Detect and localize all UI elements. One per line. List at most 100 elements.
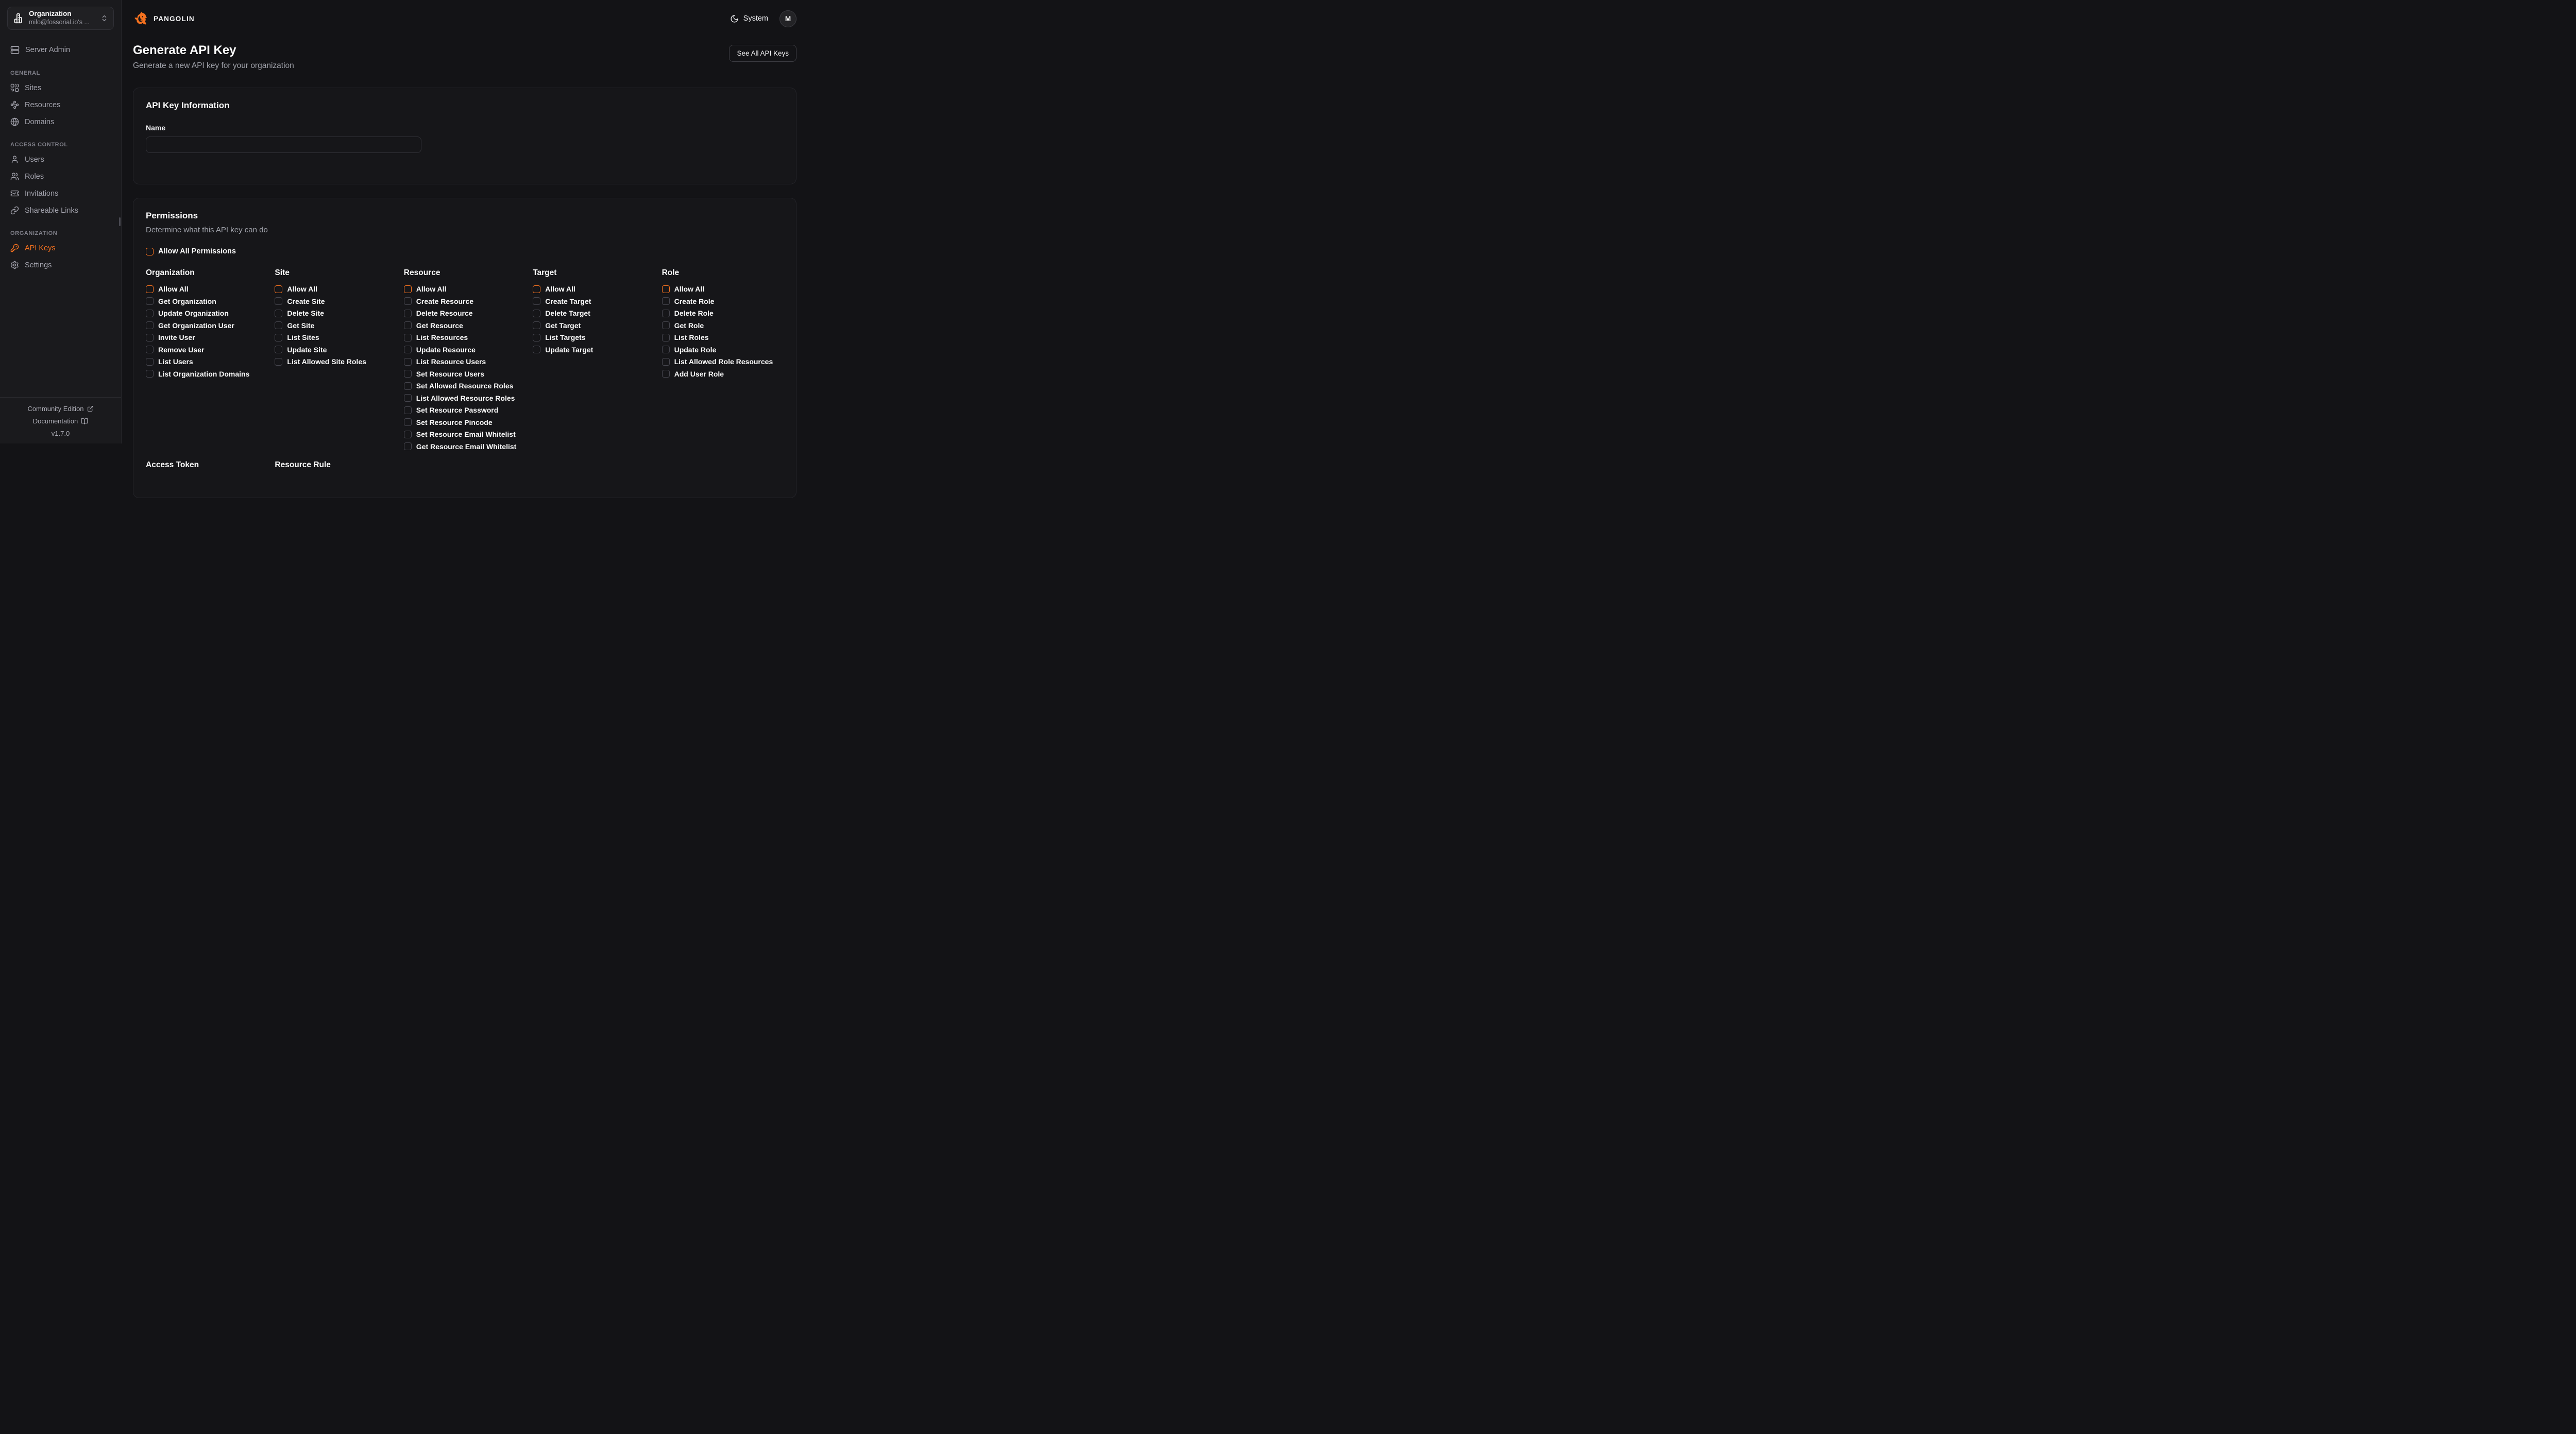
sidebar-item-resources[interactable]: Resources [7, 96, 114, 113]
permission-target-create-target[interactable]: Create Target [533, 297, 654, 305]
permission-checkbox[interactable] [146, 370, 154, 378]
permission-resource-get-resource[interactable]: Get Resource [404, 321, 526, 330]
permission-resource-list-resources[interactable]: List Resources [404, 333, 526, 342]
permission-role-update-role[interactable]: Update Role [662, 346, 784, 354]
permission-role-allow-all[interactable]: Allow All [662, 285, 784, 293]
permission-checkbox[interactable] [275, 297, 282, 305]
permission-checkbox[interactable] [404, 442, 412, 450]
permission-checkbox[interactable] [662, 370, 670, 378]
permission-checkbox[interactable] [146, 346, 154, 353]
permission-checkbox[interactable] [275, 321, 282, 329]
permission-checkbox[interactable] [146, 334, 154, 342]
permission-checkbox[interactable] [533, 334, 540, 342]
permission-checkbox[interactable] [404, 321, 412, 329]
permission-resource-set-resource-email-whitelist[interactable]: Set Resource Email Whitelist [404, 430, 526, 438]
permission-checkbox[interactable] [146, 358, 154, 366]
permission-site-allow-all[interactable]: Allow All [275, 285, 396, 293]
permission-role-add-user-role[interactable]: Add User Role [662, 370, 784, 378]
permission-organization-invite-user[interactable]: Invite User [146, 333, 267, 342]
permission-checkbox[interactable] [275, 285, 282, 293]
sidebar-item-api-keys[interactable]: API Keys [7, 240, 114, 257]
permission-role-list-roles[interactable]: List Roles [662, 333, 784, 342]
permission-target-allow-all[interactable]: Allow All [533, 285, 654, 293]
permission-target-get-target[interactable]: Get Target [533, 321, 654, 330]
permission-checkbox[interactable] [404, 334, 412, 342]
permission-resource-set-resource-password[interactable]: Set Resource Password [404, 406, 526, 414]
permission-checkbox[interactable] [404, 406, 412, 414]
sidebar-item-invitations[interactable]: Invitations [7, 185, 114, 202]
permission-checkbox[interactable] [662, 310, 670, 317]
permission-checkbox[interactable] [275, 334, 282, 342]
sidebar-item-roles[interactable]: Roles [7, 168, 114, 185]
permission-site-delete-site[interactable]: Delete Site [275, 309, 396, 317]
permission-checkbox[interactable] [275, 310, 282, 317]
permission-site-get-site[interactable]: Get Site [275, 321, 396, 330]
community-edition-link[interactable]: Community Edition [27, 405, 93, 413]
permission-checkbox[interactable] [404, 310, 412, 317]
permission-resource-set-resource-pincode[interactable]: Set Resource Pincode [404, 418, 526, 426]
permission-checkbox[interactable] [533, 321, 540, 329]
sidebar-item-sites[interactable]: Sites [7, 79, 114, 96]
permission-checkbox[interactable] [146, 321, 154, 329]
permission-checkbox[interactable] [533, 297, 540, 305]
permission-organization-remove-user[interactable]: Remove User [146, 346, 267, 354]
permission-checkbox[interactable] [533, 285, 540, 293]
permission-role-delete-role[interactable]: Delete Role [662, 309, 784, 317]
name-input[interactable] [146, 136, 421, 153]
permission-organization-get-organization[interactable]: Get Organization [146, 297, 267, 305]
permission-checkbox[interactable] [404, 358, 412, 366]
permission-site-create-site[interactable]: Create Site [275, 297, 396, 305]
permission-checkbox[interactable] [146, 310, 154, 317]
sidebar-item-settings[interactable]: Settings [7, 257, 114, 274]
permission-checkbox[interactable] [662, 334, 670, 342]
permission-resource-update-resource[interactable]: Update Resource [404, 346, 526, 354]
permission-checkbox[interactable] [662, 285, 670, 293]
permission-role-create-role[interactable]: Create Role [662, 297, 784, 305]
permission-site-list-sites[interactable]: List Sites [275, 333, 396, 342]
permission-checkbox[interactable] [404, 382, 412, 390]
permission-organization-update-organization[interactable]: Update Organization [146, 309, 267, 317]
permission-organization-allow-all[interactable]: Allow All [146, 285, 267, 293]
sidebar-item-server-admin[interactable]: Server Admin [7, 41, 114, 59]
sidebar-item-users[interactable]: Users [7, 151, 114, 168]
permission-role-list-allowed-role-resources[interactable]: List Allowed Role Resources [662, 357, 784, 366]
avatar[interactable]: M [779, 10, 796, 27]
permission-organization-list-users[interactable]: List Users [146, 357, 267, 366]
permission-role-get-role[interactable]: Get Role [662, 321, 784, 330]
permission-checkbox[interactable] [404, 418, 412, 426]
permission-target-list-targets[interactable]: List Targets [533, 333, 654, 342]
permission-resource-allow-all[interactable]: Allow All [404, 285, 526, 293]
permission-checkbox[interactable] [533, 310, 540, 317]
allow-all-permissions-checkbox[interactable] [146, 248, 154, 255]
permission-checkbox[interactable] [662, 321, 670, 329]
allow-all-permissions-row[interactable]: Allow All Permissions [146, 247, 784, 255]
permission-checkbox[interactable] [275, 358, 282, 366]
theme-toggle[interactable]: System [730, 14, 768, 23]
permission-checkbox[interactable] [404, 370, 412, 378]
permission-checkbox[interactable] [275, 346, 282, 353]
permission-checkbox[interactable] [662, 297, 670, 305]
permission-organization-get-organization-user[interactable]: Get Organization User [146, 321, 267, 330]
see-all-api-keys-button[interactable]: See All API Keys [729, 45, 796, 62]
permission-checkbox[interactable] [533, 346, 540, 353]
permission-target-delete-target[interactable]: Delete Target [533, 309, 654, 317]
permission-checkbox[interactable] [146, 285, 154, 293]
permission-checkbox[interactable] [662, 346, 670, 353]
permission-resource-get-resource-email-whitelist[interactable]: Get Resource Email Whitelist [404, 442, 526, 451]
permission-organization-list-organization-domains[interactable]: List Organization Domains [146, 370, 267, 378]
permission-checkbox[interactable] [404, 394, 412, 402]
sidebar-item-domains[interactable]: Domains [7, 113, 114, 130]
permission-resource-create-resource[interactable]: Create Resource [404, 297, 526, 305]
permission-resource-set-allowed-resource-roles[interactable]: Set Allowed Resource Roles [404, 382, 526, 390]
permission-resource-set-resource-users[interactable]: Set Resource Users [404, 370, 526, 378]
sidebar-item-shareable-links[interactable]: Shareable Links [7, 202, 114, 219]
permission-checkbox[interactable] [146, 297, 154, 305]
sidebar-scrollbar-thumb[interactable] [119, 217, 121, 226]
org-switcher[interactable]: Organization milo@fossorial.io's ... [7, 7, 114, 30]
permission-checkbox[interactable] [404, 346, 412, 353]
permission-site-list-allowed-site-roles[interactable]: List Allowed Site Roles [275, 357, 396, 366]
permission-resource-list-allowed-resource-roles[interactable]: List Allowed Resource Roles [404, 394, 526, 402]
documentation-link[interactable]: Documentation [33, 417, 88, 425]
permission-checkbox[interactable] [404, 431, 412, 438]
permission-resource-list-resource-users[interactable]: List Resource Users [404, 357, 526, 366]
